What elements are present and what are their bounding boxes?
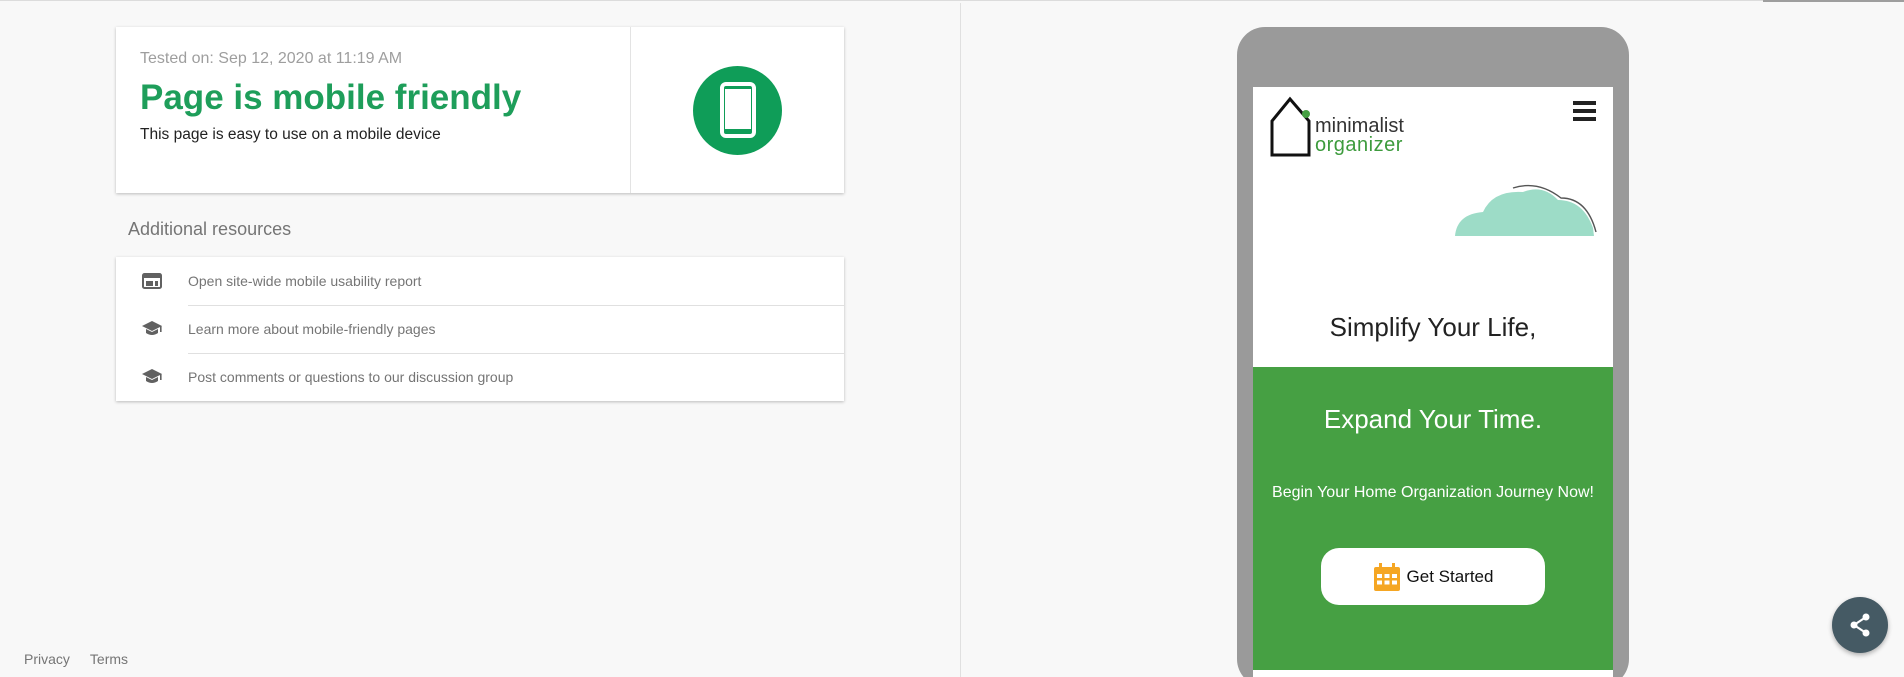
site-logo: minimalist organizer <box>1269 95 1404 157</box>
terms-link[interactable]: Terms <box>90 651 128 667</box>
share-button[interactable] <box>1832 597 1888 653</box>
resource-discussion-group[interactable]: Post comments or questions to our discus… <box>116 353 844 401</box>
resource-learn-more[interactable]: Learn more about mobile-friendly pages <box>116 305 844 353</box>
result-title: Page is mobile friendly <box>140 78 522 117</box>
hero-headline-2: Expand Your Time. <box>1323 404 1543 434</box>
privacy-link[interactable]: Privacy <box>24 651 70 667</box>
site-header: minimalist organizer <box>1253 87 1613 187</box>
pane-divider <box>960 3 961 677</box>
resource-label: Learn more about mobile-friendly pages <box>188 321 436 337</box>
share-icon <box>1850 613 1870 637</box>
tested-on-timestamp: Tested on: Sep 12, 2020 at 11:19 AM <box>140 50 403 67</box>
result-card: Tested on: Sep 12, 2020 at 11:19 AM Page… <box>116 27 844 193</box>
hero-subheadline: Begin Your Home Organization Journey Now… <box>1272 484 1594 501</box>
hero-section: Expand Your Time. Begin Your Home Organi… <box>1253 367 1613 677</box>
calendar-icon <box>1373 562 1400 591</box>
hamburger-menu-icon[interactable] <box>1573 101 1596 125</box>
result-subtitle: This page is easy to use on a mobile dev… <box>140 126 441 143</box>
resources-heading: Additional resources <box>128 219 292 239</box>
resources-list: Open site-wide mobile usability report L… <box>116 257 844 401</box>
mobile-preview-screen[interactable]: minimalist organizer Simplify Your Life,… <box>1253 87 1613 677</box>
footer: Privacy Terms <box>24 651 128 667</box>
section-edge <box>1253 670 1613 677</box>
resource-usability-report[interactable]: Open site-wide mobile usability report <box>116 257 844 305</box>
logo-text-organizer: organizer <box>1315 134 1403 156</box>
cloud-illustration <box>1455 184 1597 236</box>
smartphone-icon <box>693 65 782 155</box>
result-text: Tested on: Sep 12, 2020 at 11:19 AM Page… <box>116 27 631 193</box>
resource-label: Post comments or questions to our discus… <box>188 369 514 385</box>
school-icon <box>116 320 188 338</box>
resource-label: Open site-wide mobile usability report <box>188 273 422 289</box>
school-icon <box>116 368 188 386</box>
get-started-label: Get Started <box>1406 566 1494 586</box>
top-border <box>0 0 1904 3</box>
get-started-button[interactable]: Get Started <box>1321 548 1545 605</box>
hero-headline-1: Simplify Your Life, <box>1329 312 1537 342</box>
top-accent-line <box>1763 0 1904 2</box>
result-badge-area <box>631 27 844 193</box>
web-report-icon <box>116 273 188 289</box>
house-logo-icon <box>1270 96 1311 157</box>
